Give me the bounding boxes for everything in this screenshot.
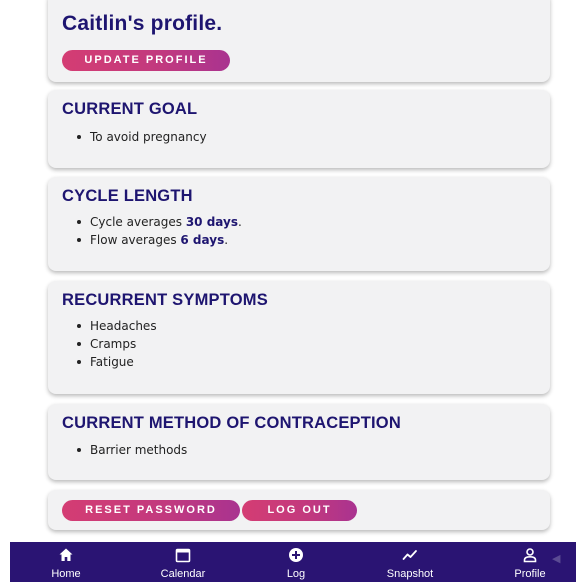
contraception-method-list: Barrier methods (62, 441, 187, 459)
current-goal-card: CURRENT GOAL To avoid pregnancy (48, 90, 550, 168)
page-title: Caitlin's profile. (62, 12, 223, 35)
reset-password-button[interactable]: RESET PASSWORD (62, 500, 240, 521)
plus-circle-icon (289, 548, 303, 562)
cycle-length-card: CYCLE LENGTH Cycle averages 30 days. Flo… (48, 177, 550, 271)
cycle-average-label: Cycle averages (90, 215, 186, 229)
list-item: Cramps (77, 335, 157, 353)
contraception-method-heading: CURRENT METHOD OF CONTRACEPTION (62, 414, 401, 432)
cycle-average-value: 30 days (185, 215, 238, 229)
profile-scroll-view[interactable]: Caitlin's profile. UPDATE PROFILE CURREN… (0, 0, 576, 542)
calendar-icon (175, 548, 191, 563)
nav-item-profile[interactable]: Profile (485, 542, 575, 582)
flow-average-value: 6 days (180, 233, 225, 247)
collapse-handle-icon[interactable]: ◀ (552, 552, 560, 565)
list-item: Cycle averages 30 days. (77, 213, 242, 231)
recurrent-symptoms-list: Headaches Cramps Fatigue (62, 317, 157, 371)
list-item: Headaches (77, 319, 157, 333)
current-goal-heading: CURRENT GOAL (62, 100, 198, 118)
list-item: Barrier methods (76, 443, 188, 457)
home-icon (59, 548, 73, 561)
nav-label-profile: Profile (514, 568, 546, 580)
nav-label-home: Home (51, 568, 81, 580)
update-profile-button[interactable]: UPDATE PROFILE (62, 50, 230, 71)
cycle-length-heading: CYCLE LENGTH (62, 187, 193, 205)
current-goal-list: To avoid pregnancy (62, 128, 207, 146)
nav-item-home[interactable]: Home (21, 542, 111, 582)
list-item: To avoid pregnancy (77, 130, 207, 144)
nav-item-log[interactable]: Log (251, 542, 341, 582)
profile-header-card: Caitlin's profile. UPDATE PROFILE (48, 0, 550, 82)
nav-item-calendar[interactable]: Calendar (138, 542, 228, 582)
log-out-button[interactable]: LOG OUT (242, 500, 357, 521)
recurrent-symptoms-heading: RECURRENT SYMPTOMS (62, 291, 268, 309)
recurrent-symptoms-card: RECURRENT SYMPTOMS Headaches Cramps Fati… (48, 281, 550, 394)
nav-label-log: Log (286, 568, 306, 580)
trend-icon (402, 550, 417, 560)
list-item: Flow averages 6 days. (77, 231, 242, 249)
cycle-average-suffix: . (237, 215, 242, 229)
nav-item-snapshot[interactable]: Snapshot (365, 542, 455, 582)
flow-average-suffix: . (224, 233, 229, 247)
nav-label-calendar: Calendar (160, 568, 206, 580)
person-icon (523, 548, 537, 563)
list-item: Fatigue (77, 353, 157, 371)
account-actions-card: RESET PASSWORD LOG OUT (48, 490, 550, 530)
contraception-method-card: CURRENT METHOD OF CONTRACEPTION Barrier … (48, 404, 550, 480)
bottom-nav-bar: Home Calendar Log Snapshot Profile (10, 542, 576, 582)
cycle-length-list: Cycle averages 30 days. Flow averages 6 … (62, 213, 242, 249)
flow-average-label: Flow averages (90, 233, 181, 247)
nav-label-snapshot: Snapshot (386, 568, 434, 580)
